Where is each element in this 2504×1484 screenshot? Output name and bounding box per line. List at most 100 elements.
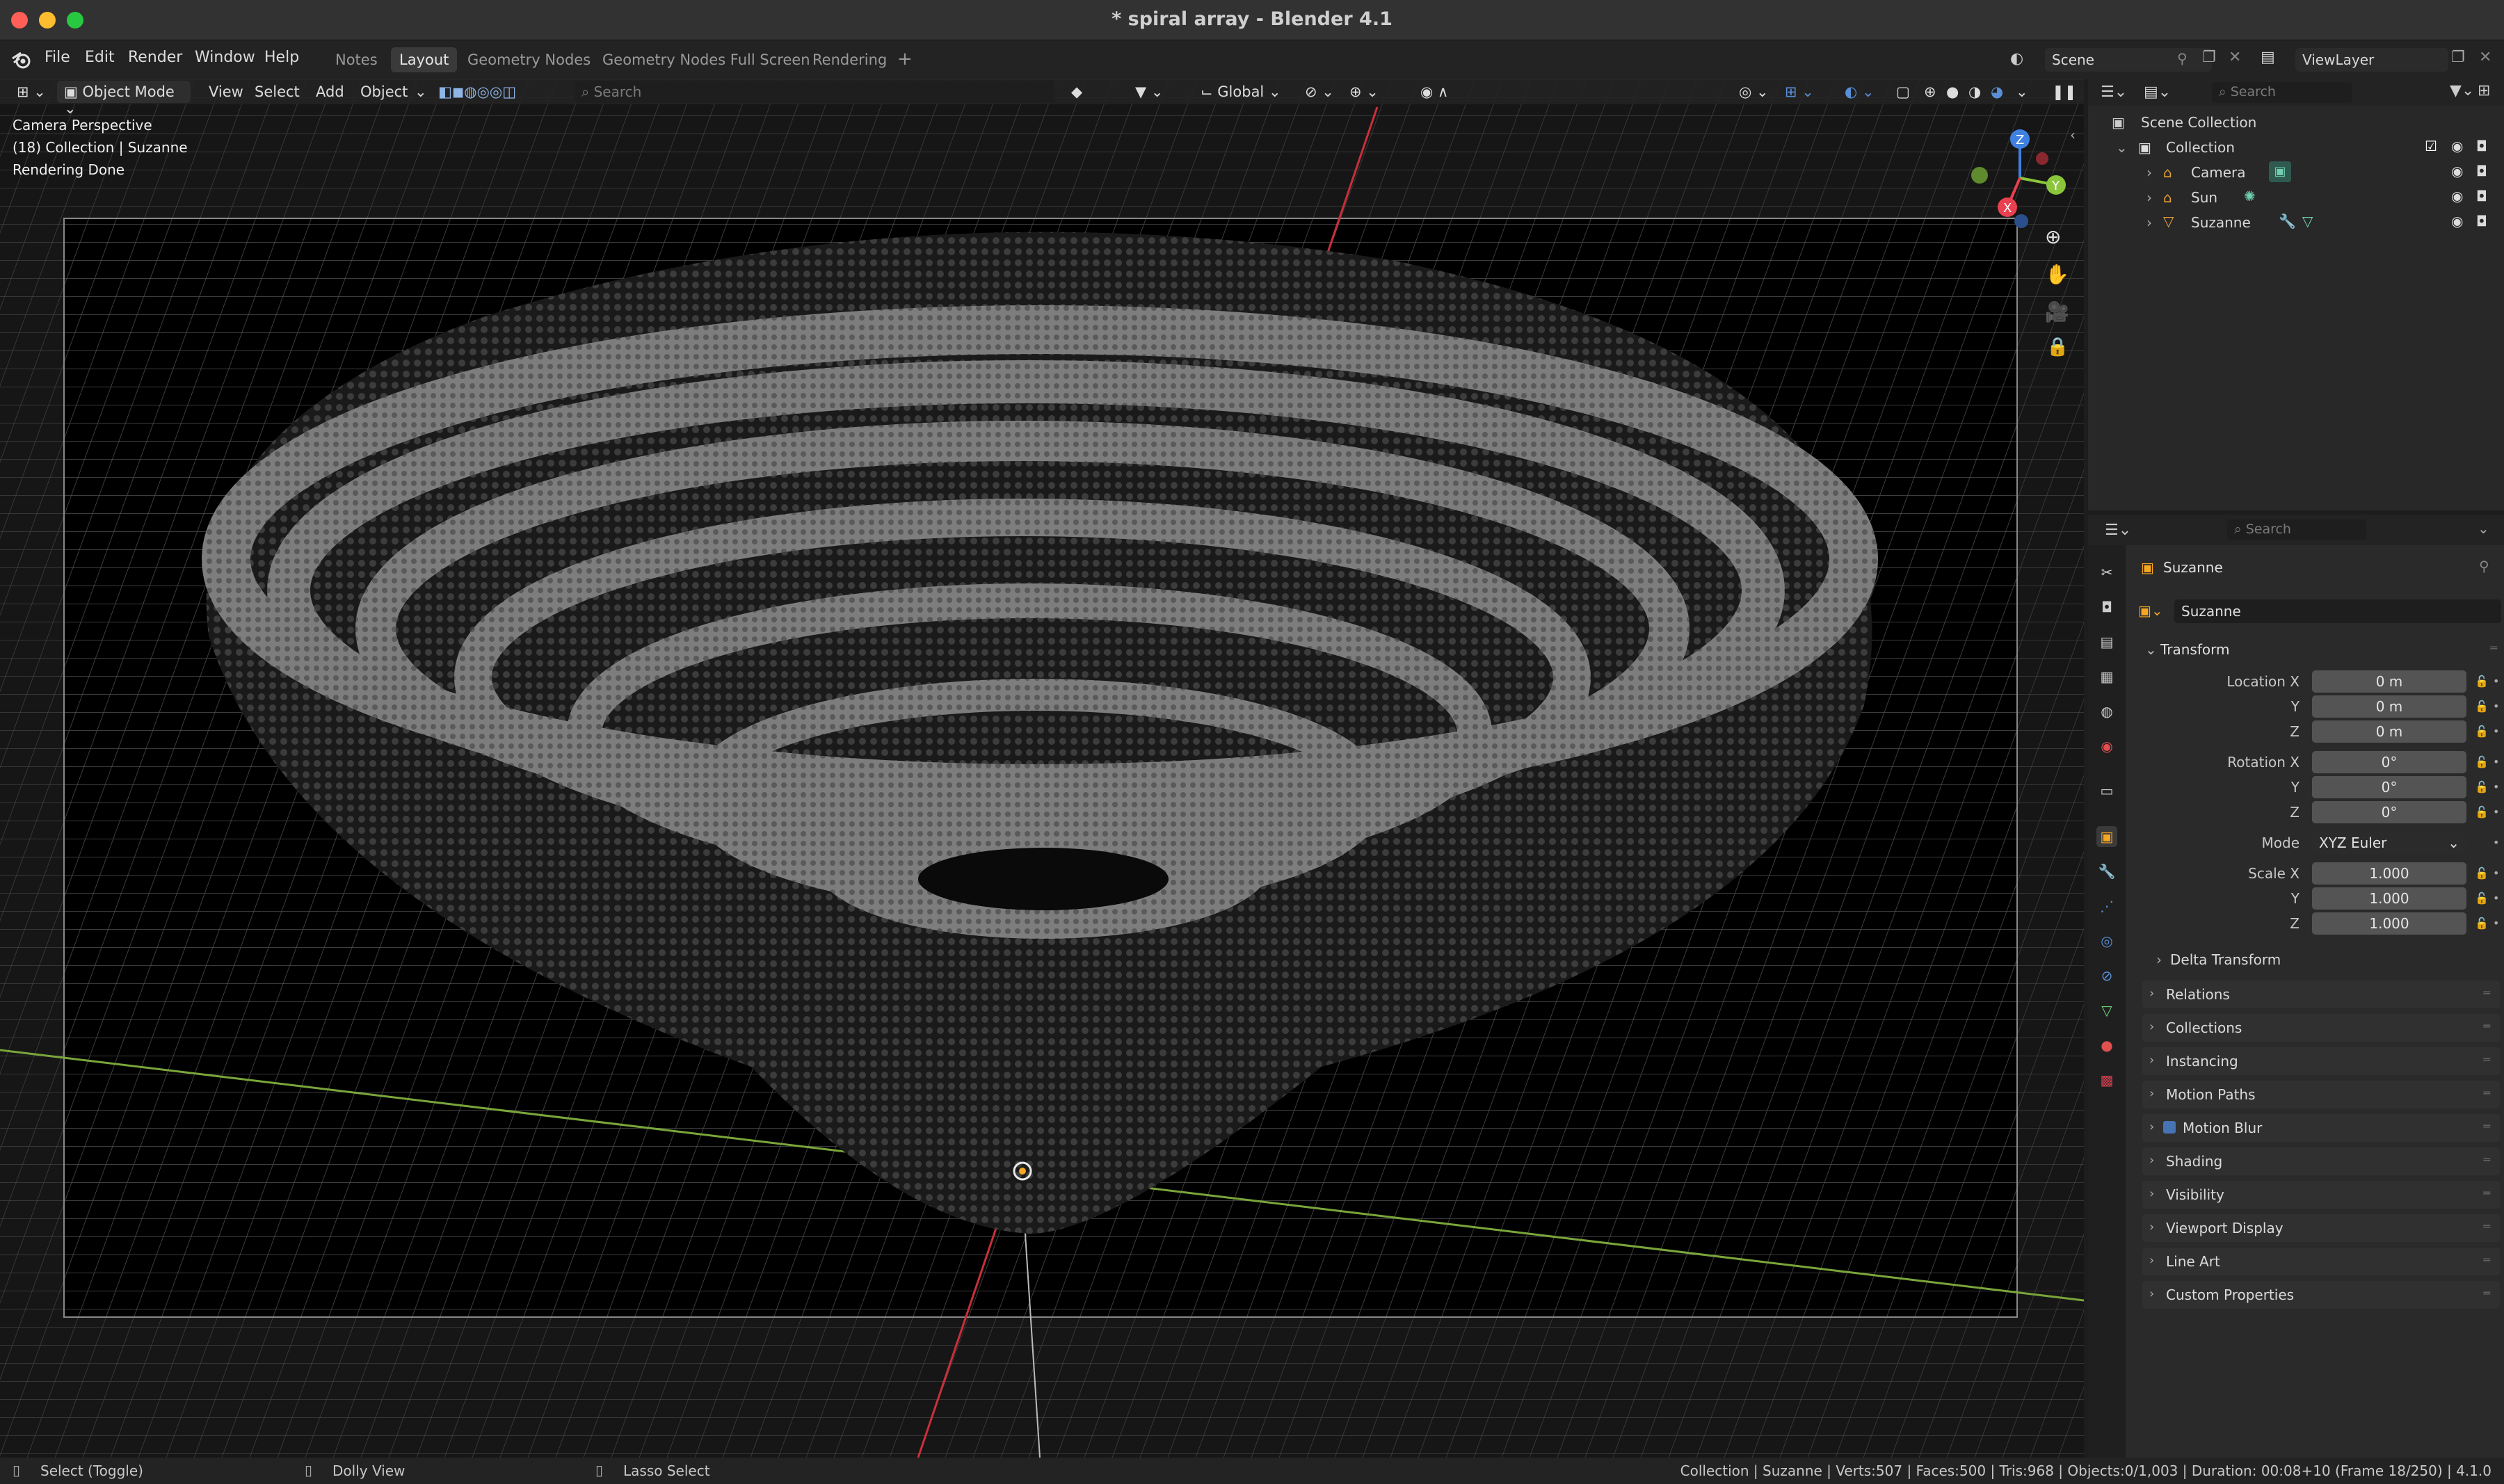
chevron-down-icon[interactable]: ⌄	[2478, 520, 2489, 537]
keyframe-dot-icon[interactable]: •	[2493, 755, 2499, 768]
tab-geometry-nodes-full-screen[interactable]: Geometry Nodes Full Screen	[594, 47, 819, 72]
visibility-icon[interactable]: ◎ ⌄	[1732, 81, 1776, 103]
shading-options-icon[interactable]: ⌄	[2009, 81, 2035, 103]
keyframe-dot-icon[interactable]: •	[2493, 866, 2499, 880]
menu-view[interactable]: View	[202, 81, 250, 103]
instancing-panel[interactable]: › Instancing ═	[2142, 1047, 2500, 1075]
proportional-edit-icon[interactable]: ◉ ∧	[1413, 81, 1455, 103]
bookmark-icon[interactable]: ◆	[1064, 81, 1089, 103]
gizmo-toggle-icon[interactable]: ⊞ ⌄	[1778, 81, 1821, 103]
drag-handle-icon[interactable]: ═	[2490, 641, 2497, 654]
new-collection-icon[interactable]: ⊞	[2478, 82, 2490, 99]
camera-render-icon[interactable]: ◘	[2476, 188, 2487, 204]
tab-modifiers-icon[interactable]: 🔧	[2096, 861, 2117, 882]
editor-type-icon[interactable]: ☰⌄	[2101, 83, 2127, 101]
keyframe-dot-icon[interactable]: •	[2493, 917, 2499, 930]
custom-properties-panel[interactable]: › Custom Properties ═	[2142, 1281, 2500, 1309]
object-menu-chevron-icon[interactable]: ⌄	[408, 81, 434, 103]
delta-transform-subpanel[interactable]: › Delta Transform	[2156, 947, 2490, 972]
lock-icon[interactable]: 🔓	[2475, 780, 2489, 793]
3d-viewport[interactable]: ⊞ ⌄ ▣ Object Mode ⌄ View Select Add Obje…	[0, 79, 2084, 1458]
keyframe-dot-icon[interactable]: •	[2493, 675, 2499, 688]
outliner-item-camera[interactable]: › ⌂ Camera ▣ ◉ ◘	[2088, 160, 2504, 185]
lock-icon[interactable]: 🔓	[2475, 917, 2489, 930]
pivot-icon[interactable]: ⊘ ⌄	[1298, 81, 1341, 103]
outliner-search-field[interactable]: ⌕ Search	[2212, 82, 2352, 103]
select-mode-icons[interactable]: ◧◼◍◎◎◫	[431, 81, 523, 103]
tab-material-icon[interactable]: ●	[2096, 1035, 2117, 1056]
tab-object-icon[interactable]: ▣	[2096, 826, 2117, 847]
relations-panel[interactable]: › Relations ═	[2142, 981, 2500, 1008]
motion-blur-panel[interactable]: › Motion Blur ═	[2142, 1114, 2500, 1142]
zoom-icon[interactable]: ⊕	[2045, 225, 2061, 248]
blender-logo-icon[interactable]	[11, 50, 32, 70]
location-y-field[interactable]: 0 m	[2312, 695, 2466, 718]
keyframe-dot-icon[interactable]: •	[2493, 805, 2499, 818]
lock-icon[interactable]: 🔓	[2475, 805, 2489, 818]
line-art-panel[interactable]: › Line Art ═	[2142, 1248, 2500, 1275]
rotation-x-field[interactable]: 0°	[2312, 751, 2466, 773]
filter-icon[interactable]: ▼⌄	[2450, 82, 2474, 99]
display-mode-icon[interactable]: ▤⌄	[2144, 83, 2171, 101]
checkbox-icon[interactable]: ☑	[2425, 138, 2437, 154]
drag-handle-icon[interactable]: ═	[2483, 1086, 2490, 1099]
drag-handle-icon[interactable]: ═	[2483, 1019, 2490, 1033]
tab-geometry-nodes[interactable]: Geometry Nodes	[459, 47, 599, 72]
location-z-field[interactable]: 0 m	[2312, 720, 2466, 743]
tab-render-icon[interactable]: ◘	[2096, 597, 2117, 618]
eye-icon[interactable]: ◉	[2451, 188, 2463, 204]
chevron-right-icon[interactable]: ›	[2146, 214, 2152, 231]
keyframe-dot-icon[interactable]: •	[2493, 892, 2499, 905]
editor-type-icon[interactable]: ☰⌄	[2105, 522, 2131, 539]
scale-x-field[interactable]: 1.000	[2312, 862, 2466, 885]
lock-icon[interactable]: 🔓	[2475, 700, 2489, 713]
chevron-right-icon[interactable]: ›	[2146, 164, 2152, 181]
tab-view-layer-icon[interactable]: ▦	[2096, 666, 2117, 687]
view-layer-field[interactable]: ViewLayer	[2295, 48, 2448, 72]
scale-y-field[interactable]: 1.000	[2312, 887, 2466, 910]
drag-handle-icon[interactable]: ═	[2483, 1220, 2490, 1233]
rotation-mode-dropdown[interactable]: XYZ Euler ⌄	[2312, 832, 2466, 854]
delete-view-layer-icon[interactable]: ✕	[2479, 49, 2491, 66]
camera-render-icon[interactable]: ◘	[2476, 213, 2487, 229]
new-scene-icon[interactable]: ❐	[2202, 49, 2216, 66]
transform-panel-header[interactable]: ⌄ Transform ═	[2140, 636, 2501, 663]
location-x-field[interactable]: 0 m	[2312, 670, 2466, 693]
new-view-layer-icon[interactable]: ❐	[2451, 49, 2465, 66]
keyframe-dot-icon[interactable]: •	[2493, 725, 2499, 738]
lock-camera-icon[interactable]: 🔒	[2046, 337, 2069, 357]
tab-rendering[interactable]: Rendering	[804, 47, 895, 72]
shading-rendered-icon[interactable]: ◕	[1984, 81, 2010, 103]
tab-scene-icon[interactable]: ◍	[2096, 701, 2117, 722]
lock-icon[interactable]: 🔓	[2475, 892, 2489, 905]
drag-handle-icon[interactable]: ═	[2483, 1120, 2490, 1133]
drag-handle-icon[interactable]: ═	[2483, 1186, 2490, 1200]
eye-icon[interactable]: ◉	[2451, 213, 2463, 229]
tab-world-icon[interactable]: ◉	[2096, 736, 2117, 757]
object-datablock-icon[interactable]: ▣⌄	[2138, 602, 2163, 619]
menu-add[interactable]: Add	[309, 81, 351, 103]
lock-icon[interactable]: 🔓	[2475, 675, 2489, 688]
motion-blur-checkbox[interactable]	[2163, 1121, 2176, 1134]
viewport-canvas[interactable]	[0, 79, 2084, 1458]
scene-icon[interactable]: ◐	[2010, 50, 2023, 67]
outliner-scene-collection[interactable]: ▣ Scene Collection	[2088, 110, 2504, 135]
tab-tool-icon[interactable]: ✂	[2096, 562, 2117, 583]
xray-icon[interactable]: ▢	[1889, 81, 1917, 103]
navigation-gizmo[interactable]: Z Y X	[1959, 124, 2084, 242]
object-name-field[interactable]: Suzanne	[2174, 599, 2501, 623]
pan-hand-icon[interactable]: ✋	[2045, 263, 2069, 286]
outliner-item-sun[interactable]: › ⌂ Sun ✺ ◉ ◘	[2088, 185, 2504, 210]
editor-type-icon[interactable]: ⊞ ⌄	[10, 81, 53, 103]
drag-handle-icon[interactable]: ═	[2483, 986, 2490, 999]
pin-icon[interactable]: ⚲	[2479, 558, 2489, 574]
keyframe-dot-icon[interactable]: •	[2493, 700, 2499, 713]
chevron-right-icon[interactable]: ›	[2146, 189, 2152, 206]
add-workspace-icon[interactable]: +	[897, 49, 913, 70]
filter-icon[interactable]: ▼ ⌄	[1128, 81, 1170, 103]
sun-icon[interactable]: ✺	[2244, 188, 2256, 204]
pin-icon[interactable]: ⚲	[2177, 50, 2188, 67]
viewport-display-panel[interactable]: › Viewport Display ═	[2142, 1214, 2500, 1242]
lock-icon[interactable]: 🔓	[2475, 755, 2489, 768]
keyframe-dot-icon[interactable]: •	[2493, 836, 2499, 849]
